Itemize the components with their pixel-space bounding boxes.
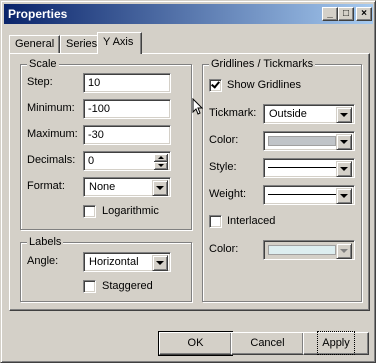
labels-group-title: Labels [27, 235, 64, 249]
chevron-down-icon[interactable] [152, 255, 168, 271]
ok-button[interactable]: OK [158, 331, 233, 356]
ok-button-label: OK [187, 337, 204, 349]
decimals-label: Decimals: [27, 154, 76, 166]
apply-button-label: Apply [317, 331, 355, 355]
cancel-button[interactable]: Cancel [231, 332, 304, 355]
gridline-color-select[interactable] [263, 131, 355, 151]
format-value: None [89, 181, 116, 193]
format-label: Format: [27, 180, 65, 192]
decimals-value: 0 [88, 155, 95, 167]
color-swatch [268, 136, 336, 146]
maximum-label: Maximum: [27, 128, 78, 140]
logarithmic-label: Logarithmic [102, 205, 159, 217]
chevron-down-icon[interactable] [336, 161, 352, 177]
interlaced-color-label: Color: [209, 243, 239, 255]
y-axis-panel: Scale Step: 10 Minimum: -100 Maximum: -3… [9, 53, 370, 311]
weight-label: Weight: [209, 188, 247, 200]
style-label: Style: [209, 161, 237, 173]
line-style-select[interactable] [263, 158, 355, 178]
tickmark-label: Tickmark: [209, 107, 257, 119]
scale-group: Scale Step: 10 Minimum: -100 Maximum: -3… [20, 57, 192, 230]
labels-group: Labels Angle: Horizontal Staggered [20, 235, 192, 302]
chevron-down-icon[interactable] [336, 243, 352, 259]
mouse-cursor-icon [192, 98, 204, 115]
line-weight-select[interactable] [263, 185, 355, 205]
tab-y-axis[interactable]: Y Axis [97, 32, 142, 54]
apply-button[interactable]: Apply [303, 331, 369, 355]
maximize-button[interactable]: □ [338, 7, 354, 21]
minimum-label: Minimum: [27, 102, 75, 114]
interlaced-checkbox[interactable] [209, 215, 222, 228]
scale-group-title: Scale [27, 57, 59, 71]
title-bar[interactable]: Properties _ □ × [4, 4, 373, 24]
interlaced-color-select[interactable] [263, 240, 355, 260]
interlaced-label: Interlaced [227, 215, 276, 227]
gridlines-group: Gridlines / Tickmarks Show Gridlines Tic… [202, 57, 362, 302]
close-button[interactable]: × [356, 7, 372, 21]
spin-up-icon[interactable] [154, 154, 168, 162]
cancel-button-label: Cancel [250, 337, 285, 349]
logarithmic-checkbox[interactable] [83, 205, 96, 218]
tab-general[interactable]: General [9, 35, 60, 53]
show-gridlines-label: Show Gridlines [227, 79, 301, 91]
tickmark-select[interactable]: Outside [263, 104, 355, 124]
line-style-preview [268, 167, 336, 168]
decimals-stepper[interactable]: 0 [83, 151, 171, 171]
step-input[interactable]: 10 [83, 73, 171, 93]
step-label: Step: [27, 76, 53, 88]
tab-series[interactable]: Series [60, 35, 99, 53]
spin-down-icon[interactable] [154, 162, 168, 170]
chevron-down-icon[interactable] [336, 188, 352, 204]
staggered-label: Staggered [102, 280, 153, 292]
angle-select[interactable]: Horizontal [83, 252, 171, 272]
tickmark-value: Outside [269, 108, 307, 120]
minimum-input[interactable]: -100 [83, 99, 171, 119]
color-swatch [268, 245, 336, 255]
decimals-spin [154, 154, 168, 170]
angle-value: Horizontal [89, 256, 139, 268]
properties-dialog: Properties _ □ × General Series Y Axis S… [0, 0, 376, 363]
line-weight-preview [268, 194, 336, 195]
format-select[interactable]: None [83, 177, 171, 197]
chevron-down-icon[interactable] [336, 134, 352, 150]
chevron-down-icon[interactable] [152, 180, 168, 196]
chevron-down-icon[interactable] [336, 107, 352, 123]
gridlines-group-title: Gridlines / Tickmarks [209, 57, 316, 71]
show-gridlines-checkbox[interactable] [209, 79, 222, 92]
dialog-title: Properties [8, 7, 68, 21]
minimize-button[interactable]: _ [322, 7, 338, 21]
maximum-input[interactable]: -30 [83, 125, 171, 145]
color-label: Color: [209, 134, 239, 146]
angle-label: Angle: [27, 255, 59, 267]
staggered-checkbox[interactable] [83, 280, 96, 293]
